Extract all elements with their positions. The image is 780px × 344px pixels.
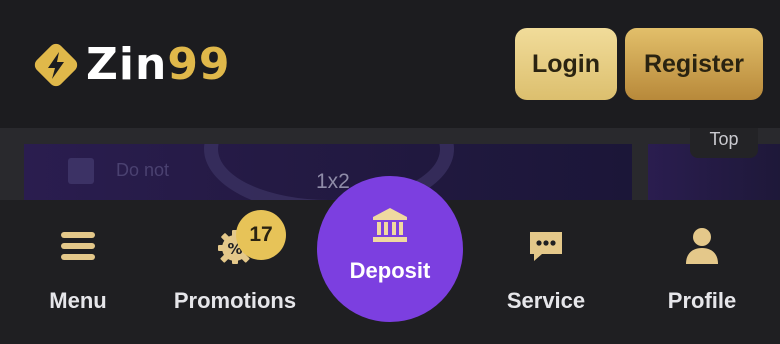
app-page: Zin99 Login Register Do not 1x2 Top Menu: [0, 0, 780, 344]
user-icon: [682, 226, 722, 266]
brand-logo[interactable]: Zin99: [32, 38, 231, 92]
brand-logo-text: Zin99: [86, 43, 231, 87]
nav-item-service[interactable]: Service: [494, 226, 598, 314]
nav-label-profile: Profile: [667, 288, 737, 313]
login-button[interactable]: Login: [515, 28, 617, 100]
nav-label-menu: Menu: [49, 288, 107, 313]
nav-item-promotions[interactable]: % Promotions: [160, 226, 310, 314]
brand-logo-text-accent: 99: [167, 39, 231, 90]
banner-faint-text: Do not: [116, 160, 170, 180]
bank-icon: [371, 206, 409, 244]
promotions-count-badge: 17: [236, 210, 286, 260]
nav-label-promotions: Promotions: [173, 288, 297, 313]
chat-icon: [526, 226, 566, 266]
lightning-diamond-icon: [32, 41, 80, 89]
deposit-button[interactable]: Deposit: [317, 176, 463, 322]
top-header: Zin99 Login Register: [0, 0, 780, 128]
banner-checkbox-icon: [68, 158, 94, 184]
nav-item-menu[interactable]: Menu: [38, 226, 118, 314]
nav-label-service: Service: [506, 288, 586, 313]
hamburger-icon: [58, 226, 98, 266]
brand-logo-text-main: Zin: [86, 39, 168, 90]
deposit-label: Deposit: [349, 258, 431, 283]
scroll-top-button[interactable]: Top: [690, 128, 758, 158]
nav-item-profile[interactable]: Profile: [658, 226, 746, 314]
match-banner[interactable]: Do not 1x2: [24, 144, 632, 200]
register-button[interactable]: Register: [625, 28, 763, 100]
